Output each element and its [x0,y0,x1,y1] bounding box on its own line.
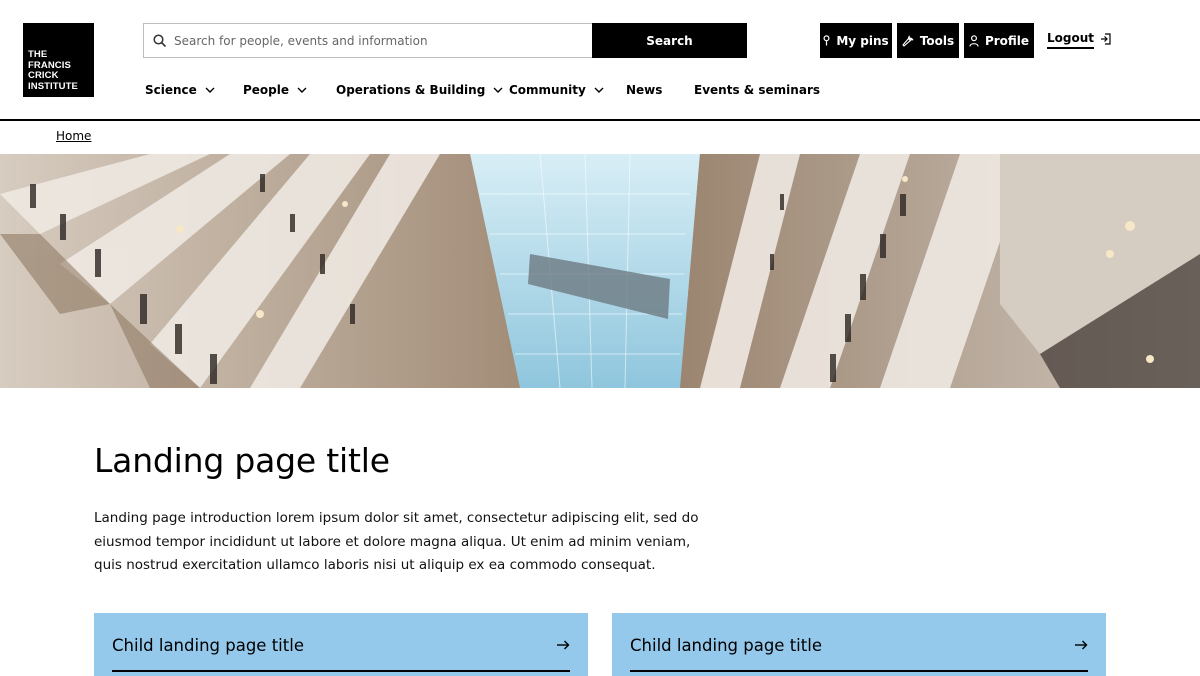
page-title: Landing page title [94,441,390,480]
nav-item-label: People [243,83,290,97]
child-landing-card[interactable]: Child landing page title [612,613,1106,676]
nav-item-label: Science [145,83,197,97]
card-divider [630,670,1088,672]
profile-label: Profile [984,33,1030,48]
page-introduction: Landing page introduction lorem ipsum do… [94,510,699,573]
nav-item-label: News [626,83,663,97]
header-divider [0,119,1200,121]
nav-item-science[interactable]: Science [145,83,215,97]
search-field[interactable] [143,23,592,58]
breadcrumb-home[interactable]: Home [56,129,91,143]
arrow-right-icon [557,640,570,650]
logo-line: INSTITUTE [28,80,78,92]
logo[interactable]: THE FRANCIS CRICK INSTITUTE [23,23,94,97]
search-icon [153,34,166,47]
chevron-down-icon [594,87,604,93]
child-landing-card[interactable]: Child landing page title [94,613,588,676]
logout-link[interactable]: Logout [1047,31,1111,51]
logout-label: Logout [1047,31,1095,49]
chevron-down-icon [493,87,503,93]
my-pins-label: My pins [836,33,889,48]
logout-icon [1101,33,1111,45]
nav-item-community[interactable]: Community [509,83,604,97]
logo-line: CRICK [28,70,59,81]
person-icon [969,34,979,47]
arrow-right-icon [1075,640,1088,650]
hero-image [0,154,1200,388]
nav-item-news[interactable]: News [626,83,662,97]
profile-button[interactable]: Profile [964,23,1034,58]
logo-line: THE [28,49,48,60]
nav-item-label: Events & seminars [694,83,820,97]
card-title: Child landing page title [630,636,822,655]
nav-item-label: Community [509,83,586,97]
chevron-down-icon [205,87,215,93]
atrium-illustration [0,154,1200,388]
search-button[interactable]: Search [592,23,747,58]
nav-item-people[interactable]: People [243,83,307,97]
card-title: Child landing page title [112,636,304,655]
my-pins-button[interactable]: My pins [820,23,892,58]
card-divider [112,670,570,672]
search-input[interactable] [174,33,574,48]
wrench-icon [902,35,914,47]
chevron-down-icon [297,87,307,93]
nav-item-events-seminars[interactable]: Events & seminars [694,83,820,97]
nav-item-operations-building[interactable]: Operations & Building [336,83,503,97]
tools-label: Tools [919,33,955,48]
tools-button[interactable]: Tools [897,23,959,58]
nav-item-label: Operations & Building [336,83,486,97]
search-bar: Search [143,23,747,58]
pin-icon [823,35,830,46]
